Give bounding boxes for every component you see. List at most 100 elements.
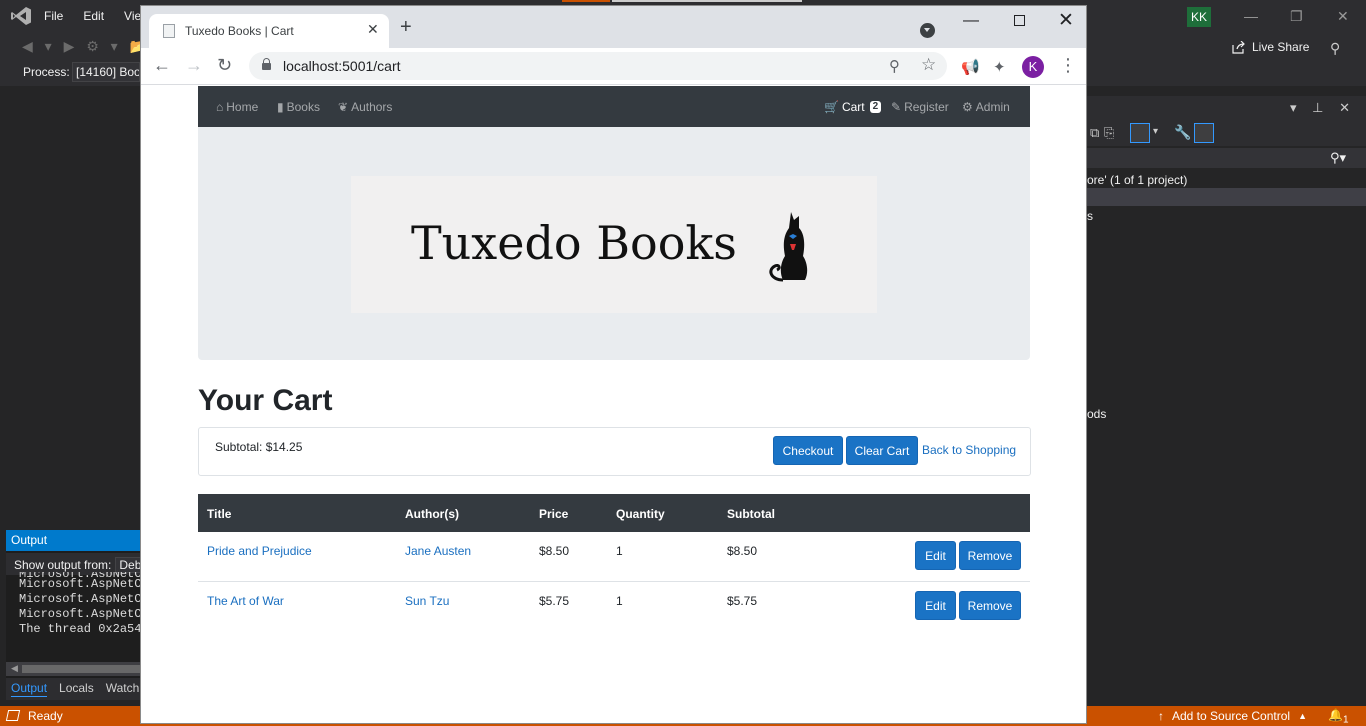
- clear-cart-button[interactable]: Clear Cart: [846, 436, 918, 465]
- book-icon: ▮: [277, 100, 284, 114]
- bookmark-star-icon[interactable]: ☆: [921, 55, 936, 75]
- column-header-price: Price: [539, 507, 569, 521]
- vs-solution-item[interactable]: s: [1087, 209, 1093, 223]
- nav-register[interactable]: ✎ Register: [891, 100, 949, 114]
- tab-search-icon[interactable]: [920, 23, 935, 38]
- table-header: Title Author(s) Price Quantity Subtotal: [198, 494, 1030, 532]
- vs-notification-count: 1: [1342, 714, 1349, 726]
- url-text[interactable]: localhost:5001/cart: [283, 58, 401, 74]
- address-bar[interactable]: localhost:5001/cart ⚲ ☆: [249, 52, 947, 80]
- quantity-cell: 1: [616, 544, 623, 558]
- window-close-icon[interactable]: ✕: [1058, 9, 1074, 32]
- vs-process-dropdown[interactable]: [14160] Books: [72, 62, 140, 82]
- table-row: Pride and Prejudice Jane Austen $8.50 1 …: [198, 532, 1030, 581]
- edit-button[interactable]: Edit: [915, 591, 956, 620]
- vs-title-accent-light: [612, 0, 802, 2]
- page-viewport: ⌂ Home ▮ Books ❦ Authors 🛒 Cart 2 ✎ Register ⚙…: [141, 86, 1086, 723]
- vs-output-source-dropdown[interactable]: Debug: [115, 557, 140, 573]
- nav-admin-label: Admin: [975, 100, 1010, 114]
- lock-icon[interactable]: [262, 58, 271, 70]
- window-maximize-icon[interactable]: [1014, 15, 1025, 26]
- vs-selected-row[interactable]: [1087, 188, 1366, 206]
- tab-locals[interactable]: Locals: [59, 681, 94, 697]
- browser-tab-active[interactable]: Tuxedo Books | Cart ✕: [149, 14, 389, 48]
- back-to-shopping-link[interactable]: Back to Shopping: [922, 443, 1016, 457]
- vs-solution-search[interactable]: [1087, 148, 1366, 168]
- nav-admin[interactable]: ⚙ Admin: [962, 100, 1010, 114]
- column-header-quantity: Quantity: [616, 507, 665, 521]
- vs-preview-toggle-icon[interactable]: [1194, 123, 1214, 143]
- feather-icon: ❦: [338, 100, 349, 114]
- wrench-icon[interactable]: 🔧: [1174, 124, 1191, 141]
- vs-solution-toolbar: [1087, 120, 1366, 146]
- tab-output[interactable]: Output: [11, 681, 48, 697]
- page-favicon-icon: [163, 24, 175, 38]
- column-header-authors: Author(s): [405, 507, 459, 521]
- vs-close-icon[interactable]: ✕: [1337, 8, 1349, 25]
- tab-watch[interactable]: Watch: [106, 681, 140, 697]
- nav-authors[interactable]: ❦ Authors: [338, 100, 392, 114]
- back-arrow-icon[interactable]: ←: [153, 56, 171, 74]
- column-header-subtotal: Subtotal: [727, 507, 775, 521]
- vs-solution-node[interactable]: ore' (1 of 1 project): [1087, 173, 1187, 187]
- vs-output-line: The thread 0x2a54: [19, 622, 140, 636]
- price-cell: $8.50: [539, 544, 570, 558]
- checkout-button[interactable]: Checkout: [773, 436, 843, 465]
- vs-sync-view-icon[interactable]: [1130, 123, 1150, 143]
- chevron-up-icon: ▲: [1298, 711, 1307, 721]
- vs-toolbar-paste-icon[interactable]: ⎘: [1104, 125, 1114, 141]
- author-link[interactable]: Jane Austen: [405, 544, 471, 558]
- vs-output-log: Microsoft.AspNetCore Microsoft.AspNetCor…: [19, 572, 140, 637]
- search-icon[interactable]: ⚲▾: [1330, 150, 1346, 166]
- window-minimize-icon[interactable]: —: [963, 12, 979, 30]
- remove-button[interactable]: Remove: [959, 541, 1021, 570]
- site-logo-banner: Tuxedo Books: [351, 176, 877, 313]
- nav-authors-label: Authors: [351, 100, 393, 114]
- visual-studio-logo-icon: [11, 7, 31, 25]
- vs-process-label: Process:: [23, 65, 70, 79]
- vs-source-control-label: Add to Source Control: [1172, 709, 1291, 723]
- vs-output-line: Microsoft.AspNetCore: [19, 592, 140, 606]
- remove-button[interactable]: Remove: [959, 591, 1021, 620]
- vs-add-to-source-control[interactable]: ↑ Add to Source Control ▲: [1158, 709, 1307, 723]
- author-link[interactable]: Sun Tzu: [405, 594, 449, 608]
- arrow-up-icon: ↑: [1158, 709, 1164, 723]
- forward-arrow-icon[interactable]: →: [185, 56, 203, 74]
- vs-restore-icon[interactable]: ❐: [1290, 8, 1303, 25]
- zoom-icon[interactable]: ⚲: [889, 57, 900, 75]
- nav-books[interactable]: ▮ Books: [277, 100, 320, 114]
- browser-window: Tuxedo Books | Cart ✕ + — ✕ ← → ↻ localh…: [140, 5, 1087, 724]
- vs-output-line: Microsoft.AspNetCore: [19, 577, 140, 591]
- vs-toolbar-copy-icon[interactable]: ⧉: [1090, 125, 1099, 141]
- vs-solution-item-methods[interactable]: ods: [1087, 407, 1106, 421]
- nav-cart[interactable]: 🛒 Cart 2: [824, 100, 882, 114]
- vs-account-avatar[interactable]: KK: [1187, 7, 1211, 27]
- vs-output-line: Microsoft.AspNetCore: [19, 607, 140, 621]
- profile-avatar[interactable]: K: [1022, 56, 1044, 78]
- table-row: The Art of War Sun Tzu $5.75 1 $5.75 Edi…: [198, 581, 1030, 630]
- edit-button[interactable]: Edit: [915, 541, 956, 570]
- extensions-puzzle-icon[interactable]: ✦: [993, 58, 1006, 76]
- vs-output-scroll-thumb[interactable]: [22, 665, 140, 673]
- chevron-down-icon[interactable]: ▾: [1153, 126, 1158, 137]
- vs-panel-controls-icon[interactable]: ▾ ⊥ ✕: [1290, 100, 1356, 116]
- vs-status-ready: Ready: [28, 709, 63, 723]
- vs-feedback-icon[interactable]: ⚲: [1330, 40, 1340, 57]
- quantity-cell: 1: [616, 594, 623, 608]
- new-tab-icon[interactable]: +: [400, 17, 412, 37]
- browser-menu-icon[interactable]: ⋮: [1059, 56, 1077, 74]
- book-title-link[interactable]: The Art of War: [207, 594, 284, 608]
- notification-bell-icon[interactable]: 🔔1: [1328, 708, 1349, 725]
- scroll-left-icon[interactable]: ◀: [11, 663, 18, 674]
- book-title-link[interactable]: Pride and Prejudice: [207, 544, 312, 558]
- reload-icon[interactable]: ↻: [217, 56, 232, 74]
- nav-cart-label: Cart: [841, 100, 865, 114]
- vs-menu-edit[interactable]: Edit: [83, 9, 104, 23]
- tab-close-icon[interactable]: ✕: [367, 21, 379, 38]
- vs-menu-file[interactable]: File: [44, 9, 63, 23]
- vs-live-share-button[interactable]: Live Share: [1232, 40, 1309, 54]
- vs-minimize-icon[interactable]: —: [1244, 8, 1258, 24]
- vs-toolbar-nav-icons[interactable]: ◀ ▾ ▶ ⚙ ▾ 📂: [22, 38, 151, 55]
- nav-home[interactable]: ⌂ Home: [216, 100, 258, 114]
- megaphone-extension-icon[interactable]: 📢: [961, 58, 980, 76]
